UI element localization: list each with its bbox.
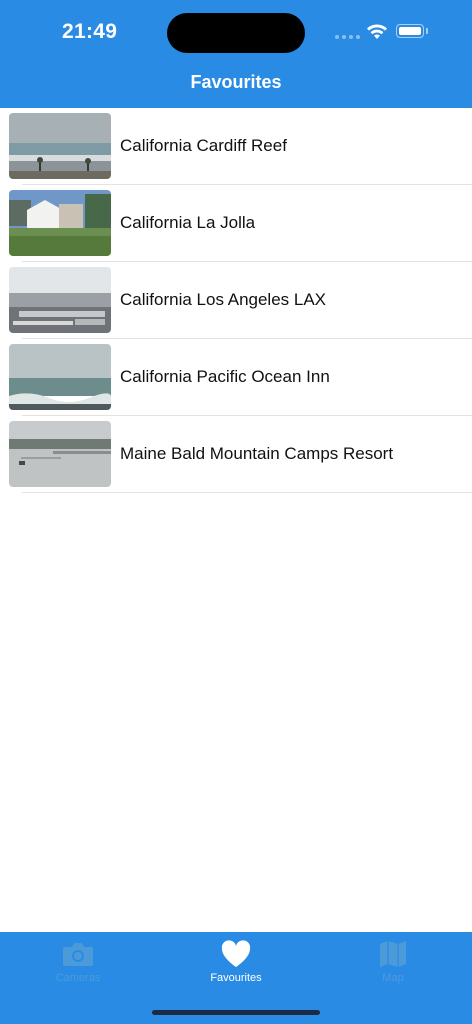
tab-favourites[interactable]: Favourites bbox=[176, 932, 296, 992]
tab-label: Favourites bbox=[210, 972, 262, 984]
navigation-header: 21:49 Favourites bbox=[0, 0, 472, 108]
webcam-thumbnail bbox=[9, 267, 111, 333]
home-indicator bbox=[152, 1010, 320, 1015]
list-item[interactable]: Maine Bald Mountain Camps Resort bbox=[0, 416, 472, 493]
battery-cap bbox=[426, 28, 428, 34]
wifi-icon bbox=[367, 24, 387, 39]
list-item[interactable]: California Pacific Ocean Inn bbox=[0, 339, 472, 416]
heart-icon bbox=[221, 940, 251, 967]
map-icon bbox=[380, 941, 406, 967]
favourites-list: California Cardiff Reef California La Jo… bbox=[0, 108, 472, 493]
dynamic-island bbox=[167, 13, 305, 53]
row-separator bbox=[22, 492, 472, 493]
tab-label: Cameras bbox=[55, 972, 101, 984]
favourite-name: California Los Angeles LAX bbox=[120, 290, 327, 309]
cellular-signal-icon bbox=[335, 35, 361, 41]
list-item[interactable]: California Los Angeles LAX bbox=[0, 262, 472, 339]
favourite-name: Maine Bald Mountain Camps Resort bbox=[120, 444, 394, 463]
list-item[interactable]: California Cardiff Reef bbox=[0, 108, 472, 185]
page-title: Favourites bbox=[190, 72, 282, 92]
tab-label: Map bbox=[382, 972, 404, 984]
camera-icon bbox=[63, 943, 93, 966]
tab-cameras[interactable]: Cameras bbox=[18, 932, 138, 992]
battery-icon bbox=[396, 24, 424, 38]
list-item[interactable]: California La Jolla bbox=[0, 185, 472, 262]
webcam-thumbnail bbox=[9, 421, 111, 487]
webcam-thumbnail bbox=[9, 113, 111, 179]
tab-map[interactable]: Map bbox=[333, 932, 453, 992]
status-time: 21:49 bbox=[62, 20, 118, 43]
favourite-name: California La Jolla bbox=[120, 213, 256, 232]
favourite-name: California Pacific Ocean Inn bbox=[120, 367, 330, 386]
webcam-thumbnail bbox=[9, 344, 111, 410]
webcam-thumbnail bbox=[9, 190, 111, 256]
favourite-name: California Cardiff Reef bbox=[120, 136, 287, 155]
